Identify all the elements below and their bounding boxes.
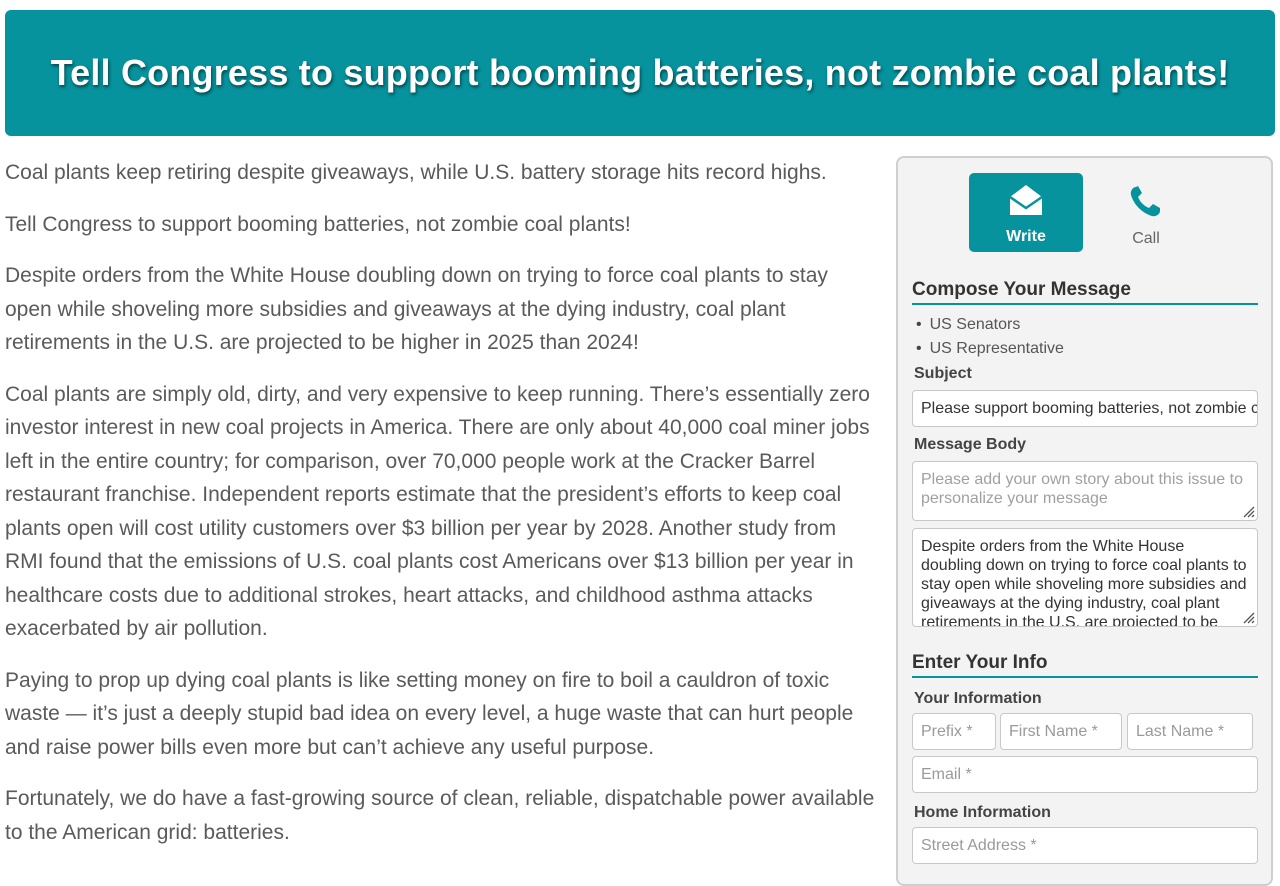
first-name-input[interactable]: First Name * [1000, 713, 1122, 750]
envelope-icon [1007, 183, 1045, 222]
subject-input[interactable]: Please support booming batteries, not zo… [912, 390, 1258, 427]
article-paragraph: Paying to prop up dying coal plants is l… [5, 668, 854, 759]
article-body: Coal plants keep retiring despite giveaw… [5, 150, 880, 867]
recipient-item: US Senators [916, 313, 1064, 337]
resize-handle-icon[interactable] [1239, 608, 1255, 624]
article-paragraph: Despite orders from the White House doub… [5, 264, 828, 354]
your-information-label: Your Information [914, 690, 1042, 707]
tab-write-label: Write [1006, 228, 1046, 245]
message-body-textarea[interactable]: Despite orders from the White House doub… [912, 528, 1258, 627]
street-address-input[interactable]: Street Address * [912, 827, 1258, 864]
recipient-list: US Senators US Representative [916, 313, 1064, 361]
subject-label: Subject [914, 365, 972, 382]
tab-call-label: Call [1132, 230, 1160, 247]
personal-story-placeholder: Please add your own story about this iss… [921, 471, 1243, 507]
page-title: Tell Congress to support booming batteri… [50, 52, 1230, 93]
prefix-input[interactable]: Prefix * [912, 713, 996, 750]
last-name-input[interactable]: Last Name * [1127, 713, 1253, 750]
message-body-text: Despite orders from the White House doub… [921, 538, 1247, 627]
article-paragraph: Fortunately, we do have a fast-growing s… [5, 787, 875, 844]
action-form-panel: Write Call Compose Your Message US Senat… [896, 156, 1273, 886]
personal-story-textarea[interactable]: Please add your own story about this iss… [912, 461, 1258, 521]
email-input[interactable]: Email * [912, 756, 1258, 793]
message-body-label: Message Body [914, 436, 1027, 453]
tab-write[interactable]: Write [969, 173, 1083, 252]
article-paragraph: Coal plants keep retiring despite giveaw… [5, 161, 827, 184]
page-banner: Tell Congress to support booming batteri… [5, 10, 1275, 136]
phone-icon [1127, 183, 1165, 224]
article-paragraph: Tell Congress to support booming batteri… [5, 212, 631, 236]
compose-section-title: Compose Your Message [912, 278, 1258, 305]
tab-call[interactable]: Call [1089, 173, 1203, 252]
resize-handle-icon[interactable] [1239, 502, 1255, 518]
home-information-label: Home Information [914, 804, 1051, 821]
recipient-item: US Representative [916, 337, 1064, 361]
contact-method-tabs: Write Call [969, 173, 1209, 253]
info-section-title: Enter Your Info [912, 651, 1258, 678]
article-paragraph: Coal plants are simply old, dirty, and v… [5, 382, 870, 641]
